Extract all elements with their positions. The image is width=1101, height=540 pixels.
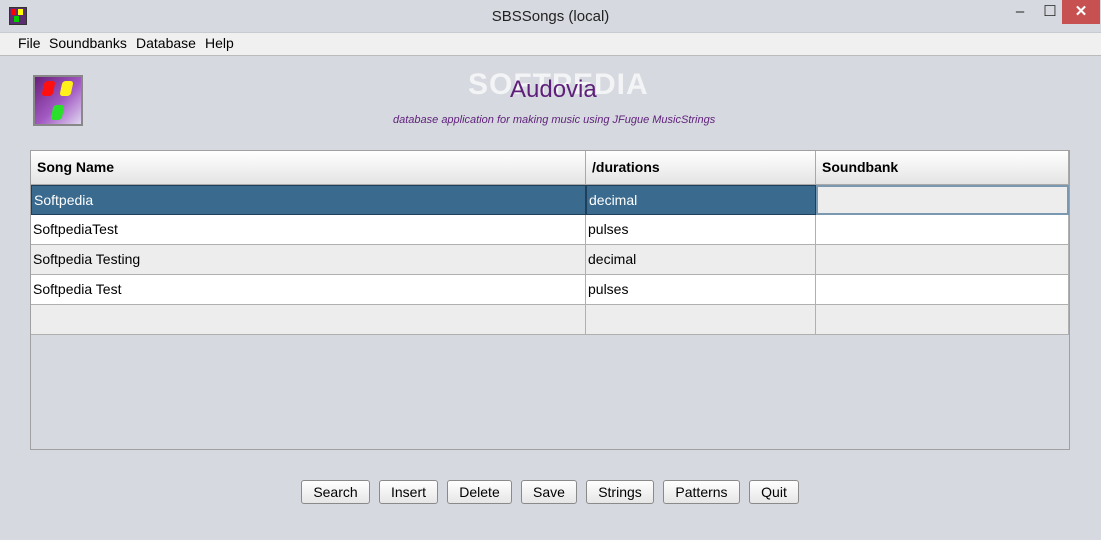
column-header-song-name[interactable]: Song Name [31,151,586,185]
window-title: SBSSongs (local) [491,8,610,25]
table-row[interactable]: Softpedia Testing decimal [31,245,1069,275]
cell-durations[interactable]: decimal [586,185,816,215]
cell-durations[interactable]: pulses [586,275,816,305]
maximize-button[interactable]: ☐ [1035,0,1065,24]
table-row[interactable]: SoftpediaTest pulses [31,215,1069,245]
insert-button[interactable]: Insert [379,480,438,504]
app-tagline: database application for making music us… [393,114,716,126]
cell-durations[interactable] [586,305,816,335]
songs-table: Song Name /durations Soundbank Softpedia… [30,150,1070,450]
strings-button[interactable]: Strings [586,480,654,504]
menu-bar: File Soundbanks Database Help [0,33,1101,56]
menu-help[interactable]: Help [205,35,234,51]
search-button[interactable]: Search [301,480,370,504]
table-row[interactable]: Softpedia Test pulses [31,275,1069,305]
cell-song-name[interactable] [31,305,586,335]
cell-song-name[interactable]: Softpedia Testing [31,245,586,275]
close-button[interactable]: ✕ [1062,0,1100,24]
cell-soundbank[interactable] [816,305,1069,335]
title-bar: SBSSongs (local) – ☐ ✕ [0,0,1101,33]
patterns-button[interactable]: Patterns [663,480,740,504]
cell-durations[interactable]: decimal [586,245,816,275]
table-header: Song Name /durations Soundbank [31,151,1069,185]
button-bar: Search Insert Delete Save Strings Patter… [0,480,1101,506]
cell-song-name[interactable]: Softpedia Test [31,275,586,305]
save-button[interactable]: Save [521,480,577,504]
cell-song-name[interactable]: Softpedia [31,185,586,215]
column-header-soundbank[interactable]: Soundbank [816,151,1069,185]
table-row[interactable]: Softpedia decimal [31,185,1069,215]
audovia-logo [33,75,83,126]
cell-soundbank[interactable] [816,275,1069,305]
cell-song-name[interactable]: SoftpediaTest [31,215,586,245]
menu-soundbanks[interactable]: Soundbanks [49,35,127,51]
table-row[interactable] [31,305,1069,335]
cell-soundbank[interactable] [816,245,1069,275]
menu-database[interactable]: Database [136,35,196,51]
cell-soundbank[interactable] [816,215,1069,245]
app-name: Audovia [510,76,597,103]
minimize-button[interactable]: – [1005,0,1035,24]
delete-button[interactable]: Delete [447,480,512,504]
cell-durations[interactable]: pulses [586,215,816,245]
menu-file[interactable]: File [18,35,41,51]
quit-button[interactable]: Quit [749,480,799,504]
cell-soundbank[interactable] [816,185,1069,215]
column-header-durations[interactable]: /durations [586,151,816,185]
